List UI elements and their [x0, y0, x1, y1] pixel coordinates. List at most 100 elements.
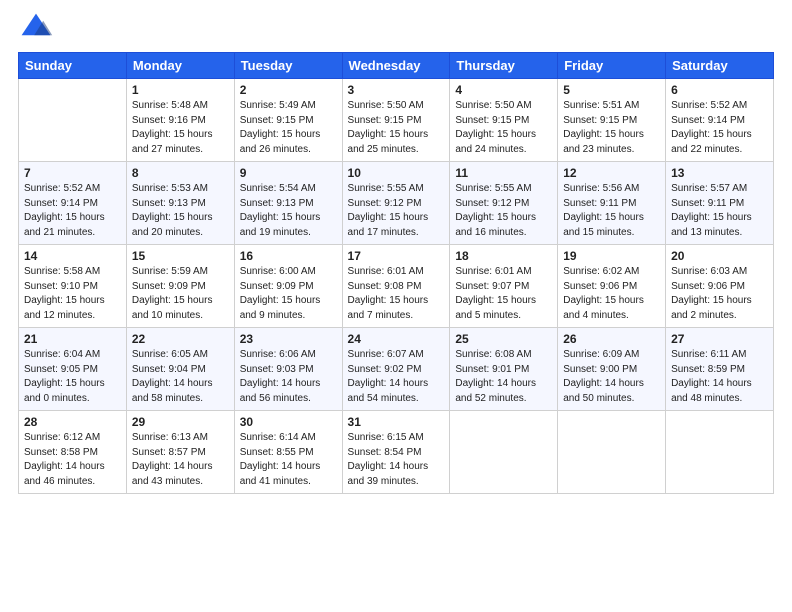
page: SundayMondayTuesdayWednesdayThursdayFrid…: [0, 0, 792, 512]
calendar-cell: 24 Sunrise: 6:07 AM Sunset: 9:02 PM Dayli…: [342, 328, 450, 411]
day-number: 14: [24, 249, 121, 263]
weekday-header-row: SundayMondayTuesdayWednesdayThursdayFrid…: [19, 53, 774, 79]
day-number: 15: [132, 249, 229, 263]
weekday-header-thursday: Thursday: [450, 53, 558, 79]
day-number: 12: [563, 166, 660, 180]
day-info: Sunrise: 5:59 AM Sunset: 9:09 PM Dayligh…: [132, 265, 229, 323]
day-info: Sunrise: 6:07 AM Sunset: 9:02 PM Dayligh…: [348, 348, 445, 406]
day-number: 5: [563, 83, 660, 97]
calendar-cell: 12 Sunrise: 5:56 AM Sunset: 9:11 PM Dayli…: [558, 162, 666, 245]
calendar-week-5: 28 Sunrise: 6:12 AM Sunset: 8:58 PM Dayli…: [19, 411, 774, 494]
day-number: 20: [671, 249, 768, 263]
weekday-header-tuesday: Tuesday: [234, 53, 342, 79]
day-number: 30: [240, 415, 337, 429]
calendar-cell: 21 Sunrise: 6:04 AM Sunset: 9:05 PM Dayli…: [19, 328, 127, 411]
day-number: 8: [132, 166, 229, 180]
day-info: Sunrise: 6:15 AM Sunset: 8:54 PM Dayligh…: [348, 431, 445, 489]
calendar-cell: 8 Sunrise: 5:53 AM Sunset: 9:13 PM Daylig…: [126, 162, 234, 245]
day-number: 4: [455, 83, 552, 97]
day-number: 24: [348, 332, 445, 346]
day-number: 3: [348, 83, 445, 97]
day-number: 6: [671, 83, 768, 97]
calendar-cell: 6 Sunrise: 5:52 AM Sunset: 9:14 PM Daylig…: [666, 79, 774, 162]
day-info: Sunrise: 6:05 AM Sunset: 9:04 PM Dayligh…: [132, 348, 229, 406]
day-info: Sunrise: 5:54 AM Sunset: 9:13 PM Dayligh…: [240, 182, 337, 240]
calendar-week-2: 7 Sunrise: 5:52 AM Sunset: 9:14 PM Daylig…: [19, 162, 774, 245]
day-info: Sunrise: 6:11 AM Sunset: 8:59 PM Dayligh…: [671, 348, 768, 406]
calendar-cell: 14Sunrise: 5:58 AM Sunset: 9:10 PM Dayli…: [19, 245, 127, 328]
day-number: 16: [240, 249, 337, 263]
day-number: 19: [563, 249, 660, 263]
day-info: Sunrise: 5:55 AM Sunset: 9:12 PM Dayligh…: [348, 182, 445, 240]
calendar-cell: 4 Sunrise: 5:50 AM Sunset: 9:15 PM Daylig…: [450, 79, 558, 162]
day-number: 18: [455, 249, 552, 263]
day-info: Sunrise: 5:48 AM Sunset: 9:16 PM Dayligh…: [132, 99, 229, 157]
day-number: 28: [24, 415, 121, 429]
day-info: Sunrise: 5:56 AM Sunset: 9:11 PM Dayligh…: [563, 182, 660, 240]
day-info: Sunrise: 6:04 AM Sunset: 9:05 PM Dayligh…: [24, 348, 121, 406]
day-info: Sunrise: 5:52 AM Sunset: 9:14 PM Dayligh…: [24, 182, 121, 240]
day-info: Sunrise: 5:49 AM Sunset: 9:15 PM Dayligh…: [240, 99, 337, 157]
calendar-cell: 18 Sunrise: 6:01 AM Sunset: 9:07 PM Dayli…: [450, 245, 558, 328]
calendar-cell: [450, 411, 558, 494]
weekday-header-wednesday: Wednesday: [342, 53, 450, 79]
day-number: 21: [24, 332, 121, 346]
calendar-cell: 7 Sunrise: 5:52 AM Sunset: 9:14 PM Daylig…: [19, 162, 127, 245]
calendar-cell: 29Sunrise: 6:13 AM Sunset: 8:57 PM Dayli…: [126, 411, 234, 494]
day-info: Sunrise: 6:06 AM Sunset: 9:03 PM Dayligh…: [240, 348, 337, 406]
weekday-header-saturday: Saturday: [666, 53, 774, 79]
calendar-cell: 17Sunrise: 6:01 AM Sunset: 9:08 PM Dayli…: [342, 245, 450, 328]
day-number: 23: [240, 332, 337, 346]
calendar-cell: 22Sunrise: 6:05 AM Sunset: 9:04 PM Dayli…: [126, 328, 234, 411]
calendar-cell: 30 Sunrise: 6:14 AM Sunset: 8:55 PM Dayli…: [234, 411, 342, 494]
day-number: 13: [671, 166, 768, 180]
weekday-header-monday: Monday: [126, 53, 234, 79]
calendar-week-4: 21 Sunrise: 6:04 AM Sunset: 9:05 PM Dayli…: [19, 328, 774, 411]
calendar-cell: 3 Sunrise: 5:50 AM Sunset: 9:15 PM Daylig…: [342, 79, 450, 162]
calendar-table: SundayMondayTuesdayWednesdayThursdayFrid…: [18, 52, 774, 494]
calendar-cell: 26Sunrise: 6:09 AM Sunset: 9:00 PM Dayli…: [558, 328, 666, 411]
calendar-cell: 20 Sunrise: 6:03 AM Sunset: 9:06 PM Dayli…: [666, 245, 774, 328]
day-info: Sunrise: 5:57 AM Sunset: 9:11 PM Dayligh…: [671, 182, 768, 240]
day-info: Sunrise: 6:08 AM Sunset: 9:01 PM Dayligh…: [455, 348, 552, 406]
calendar-cell: 15 Sunrise: 5:59 AM Sunset: 9:09 PM Dayli…: [126, 245, 234, 328]
calendar-week-3: 14Sunrise: 5:58 AM Sunset: 9:10 PM Dayli…: [19, 245, 774, 328]
calendar-week-1: 1 Sunrise: 5:48 AM Sunset: 9:16 PM Daylig…: [19, 79, 774, 162]
calendar-cell: 5 Sunrise: 5:51 AM Sunset: 9:15 PM Daylig…: [558, 79, 666, 162]
day-number: 27: [671, 332, 768, 346]
header: [18, 10, 774, 46]
weekday-header-friday: Friday: [558, 53, 666, 79]
day-info: Sunrise: 5:50 AM Sunset: 9:15 PM Dayligh…: [348, 99, 445, 157]
day-info: Sunrise: 6:03 AM Sunset: 9:06 PM Dayligh…: [671, 265, 768, 323]
day-info: Sunrise: 6:14 AM Sunset: 8:55 PM Dayligh…: [240, 431, 337, 489]
day-info: Sunrise: 5:53 AM Sunset: 9:13 PM Dayligh…: [132, 182, 229, 240]
day-number: 25: [455, 332, 552, 346]
calendar-cell: 2 Sunrise: 5:49 AM Sunset: 9:15 PM Daylig…: [234, 79, 342, 162]
calendar-cell: 9 Sunrise: 5:54 AM Sunset: 9:13 PM Daylig…: [234, 162, 342, 245]
calendar-cell: 19Sunrise: 6:02 AM Sunset: 9:06 PM Dayli…: [558, 245, 666, 328]
calendar-cell: 11 Sunrise: 5:55 AM Sunset: 9:12 PM Dayli…: [450, 162, 558, 245]
day-info: Sunrise: 5:50 AM Sunset: 9:15 PM Dayligh…: [455, 99, 552, 157]
logo: [18, 10, 58, 46]
day-info: Sunrise: 5:51 AM Sunset: 9:15 PM Dayligh…: [563, 99, 660, 157]
day-number: 10: [348, 166, 445, 180]
calendar-cell: [558, 411, 666, 494]
calendar-cell: 31Sunrise: 6:15 AM Sunset: 8:54 PM Dayli…: [342, 411, 450, 494]
calendar-cell: 23 Sunrise: 6:06 AM Sunset: 9:03 PM Dayli…: [234, 328, 342, 411]
logo-icon: [18, 10, 54, 46]
day-number: 7: [24, 166, 121, 180]
day-info: Sunrise: 6:09 AM Sunset: 9:00 PM Dayligh…: [563, 348, 660, 406]
day-number: 2: [240, 83, 337, 97]
day-number: 11: [455, 166, 552, 180]
day-info: Sunrise: 6:12 AM Sunset: 8:58 PM Dayligh…: [24, 431, 121, 489]
calendar-cell: 13 Sunrise: 5:57 AM Sunset: 9:11 PM Dayli…: [666, 162, 774, 245]
calendar-cell: 25 Sunrise: 6:08 AM Sunset: 9:01 PM Dayli…: [450, 328, 558, 411]
day-info: Sunrise: 5:55 AM Sunset: 9:12 PM Dayligh…: [455, 182, 552, 240]
day-info: Sunrise: 5:52 AM Sunset: 9:14 PM Dayligh…: [671, 99, 768, 157]
calendar-cell: [666, 411, 774, 494]
calendar-cell: 10 Sunrise: 5:55 AM Sunset: 9:12 PM Dayli…: [342, 162, 450, 245]
day-info: Sunrise: 6:01 AM Sunset: 9:07 PM Dayligh…: [455, 265, 552, 323]
day-number: 9: [240, 166, 337, 180]
day-number: 1: [132, 83, 229, 97]
calendar-cell: 27 Sunrise: 6:11 AM Sunset: 8:59 PM Dayli…: [666, 328, 774, 411]
